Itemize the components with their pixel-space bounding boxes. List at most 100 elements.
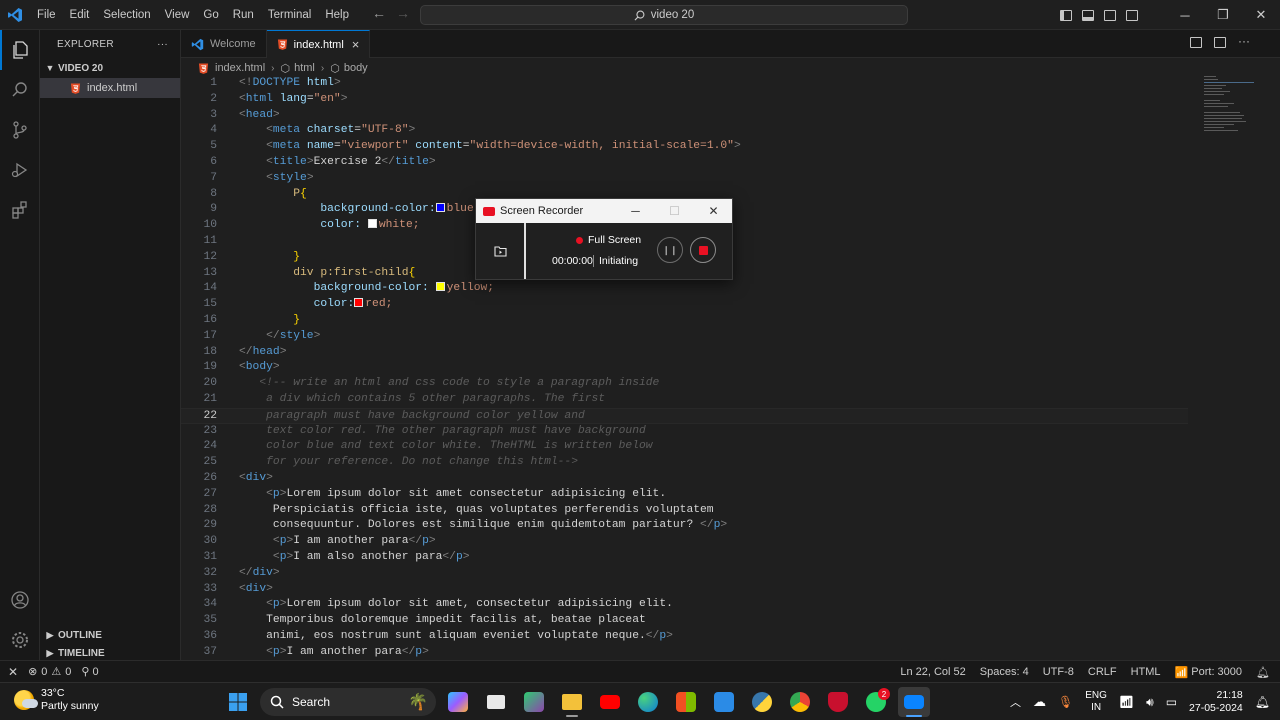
source-control-icon[interactable] <box>0 110 40 150</box>
open-preview-icon[interactable] <box>1190 37 1202 48</box>
code-line-28[interactable]: 28 Perspiciatis officia iste, quas volup… <box>181 503 1188 519</box>
notifications-bell-icon[interactable]: 🔔︎ <box>1256 666 1270 679</box>
color-swatch-white[interactable] <box>367 219 377 229</box>
pause-button[interactable]: ❙❙ <box>657 237 683 263</box>
breadcrumb-body[interactable]: body <box>344 62 368 74</box>
code-line-2[interactable]: 2 <html lang="en"> <box>181 92 1188 108</box>
onedrive-cloud-icon[interactable]: ☁ <box>1033 694 1046 710</box>
ports-indicator[interactable]: ⚲ 0 <box>81 665 98 679</box>
chevron-up-icon[interactable]: ︿ <box>1010 694 1021 710</box>
code-line-14[interactable]: 14 background-color: yellow; <box>181 281 1188 297</box>
code-line-16[interactable]: 16 } <box>181 313 1188 329</box>
mcafee-icon[interactable] <box>822 687 854 717</box>
code-line-34[interactable]: 34 <p>Lorem ipsum dolor sit amet, consec… <box>181 597 1188 613</box>
forward-arrow-icon[interactable]: → <box>396 5 410 21</box>
code-line-15[interactable]: 15 color: red; <box>181 297 1188 313</box>
extensions-icon[interactable] <box>0 190 40 230</box>
recorder-minimize-button[interactable]: ─ <box>616 199 655 223</box>
folder-video-20[interactable]: ▼ VIDEO 20 <box>40 58 180 78</box>
code-line-23[interactable]: 23 text color red. The other paragraph m… <box>181 424 1188 440</box>
youtube-icon[interactable] <box>594 687 626 717</box>
code-line-3[interactable]: 3 <head> <box>181 108 1188 124</box>
split-editor-icon[interactable] <box>1214 37 1226 48</box>
microsoft-store-icon[interactable] <box>670 687 702 717</box>
code-line-5[interactable]: 5 <meta name="viewport" content="width=d… <box>181 139 1188 155</box>
minimize-button[interactable]: ─ <box>1166 0 1204 30</box>
cursor-position[interactable]: Ln 22, Col 52 <box>900 666 965 678</box>
command-center-search[interactable]: video 20 <box>420 5 908 25</box>
color-swatch-yellow[interactable] <box>435 282 445 292</box>
menu-file[interactable]: File <box>30 9 63 21</box>
chrome-browser-icon[interactable] <box>784 687 816 717</box>
customize-layout-icon[interactable] <box>1126 9 1138 21</box>
file-explorer-icon[interactable] <box>556 687 588 717</box>
mobile-app-icon[interactable] <box>708 687 740 717</box>
more-actions-icon[interactable]: ··· <box>1238 35 1250 48</box>
tab-index-html[interactable]: index.html × <box>266 30 371 58</box>
snipping-tool-icon[interactable] <box>518 687 550 717</box>
code-line-33[interactable]: 33 <div> <box>181 582 1188 598</box>
code-line-36[interactable]: 36 animi, eos nostrum sunt aliquam eveni… <box>181 629 1188 645</box>
language-mode[interactable]: HTML <box>1131 666 1161 678</box>
microphone-icon[interactable]: 🎙︎ <box>1058 695 1073 709</box>
more-actions-icon[interactable]: ··· <box>157 39 168 50</box>
menu-selection[interactable]: Selection <box>96 9 157 21</box>
python-app-icon[interactable] <box>746 687 778 717</box>
problems-indicator[interactable]: ⊗ 0 ⚠ 0 <box>28 665 71 679</box>
breadcrumb-html[interactable]: html <box>294 62 315 74</box>
file-index-html[interactable]: index.html <box>40 78 180 98</box>
close-tab-icon[interactable]: × <box>352 37 360 52</box>
taskbar-search[interactable]: Search 🌴 <box>260 688 436 716</box>
minimap[interactable] <box>1190 76 1280 660</box>
menu-terminal[interactable]: Terminal <box>261 9 318 21</box>
code-line-17[interactable]: 17 </style> <box>181 329 1188 345</box>
remote-icon[interactable]: ✕ <box>8 665 18 679</box>
code-line-37[interactable]: 37 <p>I am another para</p> <box>181 645 1188 660</box>
volume-icon[interactable]: 🔊︎ <box>1146 695 1154 710</box>
color-swatch-red[interactable] <box>354 298 364 308</box>
recorder-close-button[interactable]: ✕ <box>694 199 733 223</box>
toggle-panel-icon[interactable] <box>1082 9 1094 21</box>
close-window-button[interactable]: ✕ <box>1242 0 1280 30</box>
battery-icon[interactable]: ▭ <box>1166 695 1177 709</box>
code-line-35[interactable]: 35 Temporibus doloremque impedit facilis… <box>181 613 1188 629</box>
code-line-7[interactable]: 7 <style> <box>181 171 1188 187</box>
tab-welcome[interactable]: Welcome <box>181 30 267 58</box>
encoding[interactable]: UTF-8 <box>1043 666 1074 678</box>
color-swatch-blue[interactable] <box>435 203 445 213</box>
code-line-31[interactable]: 31 <p>I am also another para</p> <box>181 550 1188 566</box>
breadcrumb-file[interactable]: index.html <box>215 62 265 74</box>
back-arrow-icon[interactable]: ← <box>372 5 386 21</box>
run-debug-icon[interactable] <box>0 150 40 190</box>
code-line-4[interactable]: 4 <meta charset="UTF-8"> <box>181 123 1188 139</box>
maximize-button[interactable]: ❐ <box>1204 0 1242 30</box>
menu-edit[interactable]: Edit <box>63 9 97 21</box>
code-line-22-current[interactable]: 22 paragraph must have background color … <box>181 407 1188 424</box>
search-icon[interactable] <box>0 70 40 110</box>
edge-browser-icon[interactable] <box>632 687 664 717</box>
code-line-30[interactable]: 30 <p>I am another para</p> <box>181 534 1188 550</box>
menu-run[interactable]: Run <box>226 9 261 21</box>
notification-bell-icon[interactable]: 🔔︎ <box>1255 695 1270 709</box>
code-line-32[interactable]: 32 </div> <box>181 566 1188 582</box>
menu-view[interactable]: View <box>158 9 197 21</box>
wifi-icon[interactable]: 📶︎ <box>1119 695 1134 709</box>
live-server-port[interactable]: 📶 Port: 3000 <box>1175 666 1242 679</box>
copilot-icon[interactable] <box>442 687 474 717</box>
code-line-20[interactable]: 20 <!-- write an html and css code to st… <box>181 376 1188 392</box>
code-line-26[interactable]: 26 <div> <box>181 471 1188 487</box>
code-line-21[interactable]: 21 a div which contains 5 other paragrap… <box>181 392 1188 408</box>
indentation[interactable]: Spaces: 4 <box>980 666 1029 678</box>
code-line-1[interactable]: 1 <!DOCTYPE html> <box>181 76 1188 92</box>
line-ending[interactable]: CRLF <box>1088 666 1117 678</box>
code-line-18[interactable]: 18 </head> <box>181 345 1188 361</box>
toggle-primary-sidebar-icon[interactable] <box>1060 9 1072 21</box>
code-editor[interactable]: 1 <!DOCTYPE html> 2 <html lang="en"> 3 <hea… <box>181 76 1280 660</box>
weather-widget[interactable]: 33°C Partly sunny <box>14 687 99 713</box>
explorer-icon[interactable] <box>0 30 40 70</box>
recorder-maximize-button[interactable]: ☐ <box>655 199 694 223</box>
accounts-icon[interactable] <box>0 580 40 620</box>
screen-recorder-taskbar-icon[interactable] <box>898 687 930 717</box>
code-line-6[interactable]: 6 <title>Exercise 2</title> <box>181 155 1188 171</box>
code-line-25[interactable]: 25 for your reference. Do not change thi… <box>181 455 1188 471</box>
